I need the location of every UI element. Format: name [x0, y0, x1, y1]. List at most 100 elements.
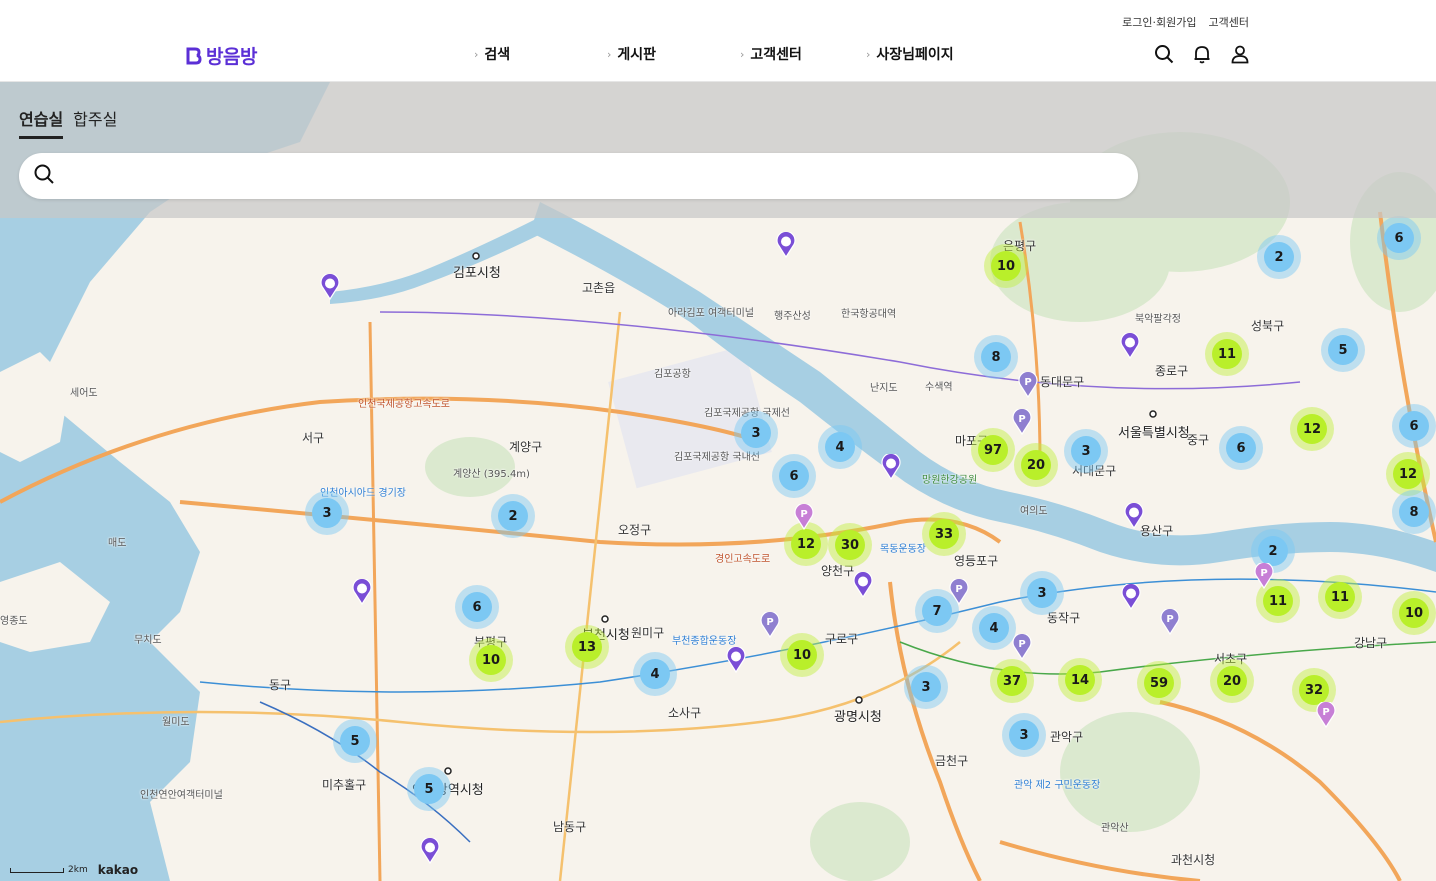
studio-pin-icon[interactable] [420, 838, 440, 864]
map-cluster[interactable]: 20 [1210, 659, 1254, 703]
map-cluster[interactable]: 59 [1137, 661, 1181, 705]
cluster-count: 5 [414, 774, 444, 804]
map-cluster[interactable]: 11 [1205, 332, 1249, 376]
cluster-count: 32 [1299, 675, 1329, 705]
map-cluster[interactable]: 10 [780, 633, 824, 677]
search-panel: 연습실 합주실 [0, 82, 1436, 218]
cluster-count: 37 [997, 666, 1027, 696]
studio-pin-icon[interactable] [776, 232, 796, 258]
studio-pin-icon[interactable] [320, 274, 340, 300]
map-cluster[interactable]: 2 [491, 494, 535, 538]
map-label: 행주산성 [774, 311, 811, 322]
tab-ensemble-room[interactable]: 합주실 [73, 106, 117, 139]
map-cluster[interactable]: 6 [1392, 404, 1436, 448]
cluster-count: 6 [1399, 411, 1429, 441]
map-cluster[interactable]: 5 [407, 767, 451, 811]
user-icon[interactable] [1230, 44, 1250, 64]
cluster-count: 11 [1263, 586, 1293, 616]
bell-icon[interactable] [1192, 44, 1212, 64]
studio-pin-icon[interactable] [726, 647, 746, 673]
cluster-count: 20 [1217, 666, 1247, 696]
map-label: 계양구 [509, 440, 543, 454]
map-label: 서울특별시청 [1118, 426, 1190, 441]
studio-pin-icon[interactable] [1120, 333, 1140, 359]
map-cluster[interactable]: 20 [1014, 443, 1058, 487]
map-cluster[interactable]: 30 [828, 523, 872, 567]
studio-pin-icon[interactable] [853, 572, 873, 598]
parking-pin-icon[interactable]: P [1254, 563, 1274, 589]
map-attribution[interactable]: kakao [98, 863, 138, 877]
search-bar[interactable] [19, 153, 1138, 199]
studio-pin-icon[interactable] [1121, 584, 1141, 610]
map-cluster[interactable]: 11 [1318, 575, 1362, 619]
cluster-count: 30 [835, 530, 865, 560]
parking-pin-icon[interactable]: P [794, 504, 814, 530]
map-label: 종로구 [1155, 364, 1189, 378]
parking-pin-icon[interactable]: P [1160, 609, 1180, 635]
map-cluster[interactable]: 10 [1392, 591, 1436, 635]
map-label: 인천국제공항고속도로 [358, 399, 450, 410]
cluster-count: 6 [1384, 223, 1414, 253]
map-label: 용산구 [1140, 524, 1174, 538]
nav-search[interactable]: › 검색 [474, 44, 510, 64]
top-links: 로그인·회원가입 고객센터 [1122, 14, 1249, 30]
studio-pin-icon[interactable] [1124, 503, 1144, 529]
map-cluster[interactable]: 6 [455, 585, 499, 629]
map-cluster[interactable]: 14 [1058, 658, 1102, 702]
map-cluster[interactable]: 13 [565, 625, 609, 669]
search-icon[interactable] [33, 163, 55, 189]
map-cluster[interactable]: 10 [469, 638, 513, 682]
map-cluster[interactable]: 97 [971, 428, 1015, 472]
parking-pin-icon[interactable]: P [949, 579, 969, 605]
map-cluster[interactable]: 3 [305, 491, 349, 535]
cluster-count: 10 [991, 251, 1021, 281]
map-cluster[interactable]: 12 [1386, 452, 1430, 496]
map-cluster[interactable]: 5 [333, 719, 377, 763]
customer-center-link[interactable]: 고객센터 [1209, 14, 1249, 30]
map-cluster[interactable]: 6 [772, 454, 816, 498]
studio-pin-icon[interactable] [881, 454, 901, 480]
tab-practice-room[interactable]: 연습실 [19, 106, 64, 139]
map-cluster[interactable]: 33 [922, 512, 966, 556]
cluster-count: 4 [640, 659, 670, 689]
map-label: 계양산 (395.4m) [453, 469, 530, 480]
map-cluster[interactable]: 6 [1219, 426, 1263, 470]
map-cluster[interactable]: 4 [818, 425, 862, 469]
parking-pin-icon[interactable]: P [760, 612, 780, 638]
cluster-count: 12 [1297, 414, 1327, 444]
map-cluster[interactable]: 3 [734, 411, 778, 455]
map-cluster[interactable]: 4 [972, 606, 1016, 650]
login-signup-link[interactable]: 로그인·회원가입 [1122, 14, 1196, 30]
map-label: 관악 제2 구민운동장 [1014, 780, 1101, 791]
map-cluster[interactable]: 2 [1257, 235, 1301, 279]
map-cluster[interactable]: 37 [990, 659, 1034, 703]
map-cluster[interactable]: 12 [1290, 407, 1334, 451]
map-cluster[interactable]: 3 [1020, 571, 1064, 615]
map-cluster[interactable]: 8 [1392, 490, 1436, 534]
studio-pin-icon[interactable] [352, 579, 372, 605]
search-icon[interactable] [1154, 44, 1174, 64]
map-cluster[interactable]: 6 [1377, 216, 1421, 260]
map-label: 서구 [302, 431, 325, 445]
map-cluster[interactable]: 4 [633, 652, 677, 696]
cluster-count: 10 [476, 645, 506, 675]
search-input[interactable] [65, 168, 1105, 184]
parking-pin-icon[interactable]: P [1316, 702, 1336, 728]
map-cluster[interactable]: 3 [1002, 713, 1046, 757]
nav-label: 사장님페이지 [876, 47, 954, 63]
parking-pin-icon[interactable]: P [1012, 409, 1032, 435]
map-label: 북악팔각정 [1135, 314, 1181, 325]
map-label: 관악산 [1101, 823, 1129, 834]
map-cluster[interactable]: 10 [984, 244, 1028, 288]
parking-pin-icon[interactable]: P [1018, 372, 1038, 398]
map-cluster[interactable]: 3 [904, 665, 948, 709]
nav-owner-page[interactable]: › 사장님페이지 [866, 44, 954, 64]
map-cluster[interactable]: 8 [974, 335, 1018, 379]
map-label: 영종도 [0, 616, 28, 627]
map-cluster[interactable]: 5 [1321, 328, 1365, 372]
parking-pin-icon[interactable]: P [1012, 634, 1032, 660]
map-cluster[interactable]: 3 [1064, 429, 1108, 473]
nav-board[interactable]: › 게시판 [607, 44, 656, 64]
map-label: 인천연안여객터미널 [140, 790, 223, 801]
nav-support[interactable]: › 고객센터 [740, 44, 802, 64]
